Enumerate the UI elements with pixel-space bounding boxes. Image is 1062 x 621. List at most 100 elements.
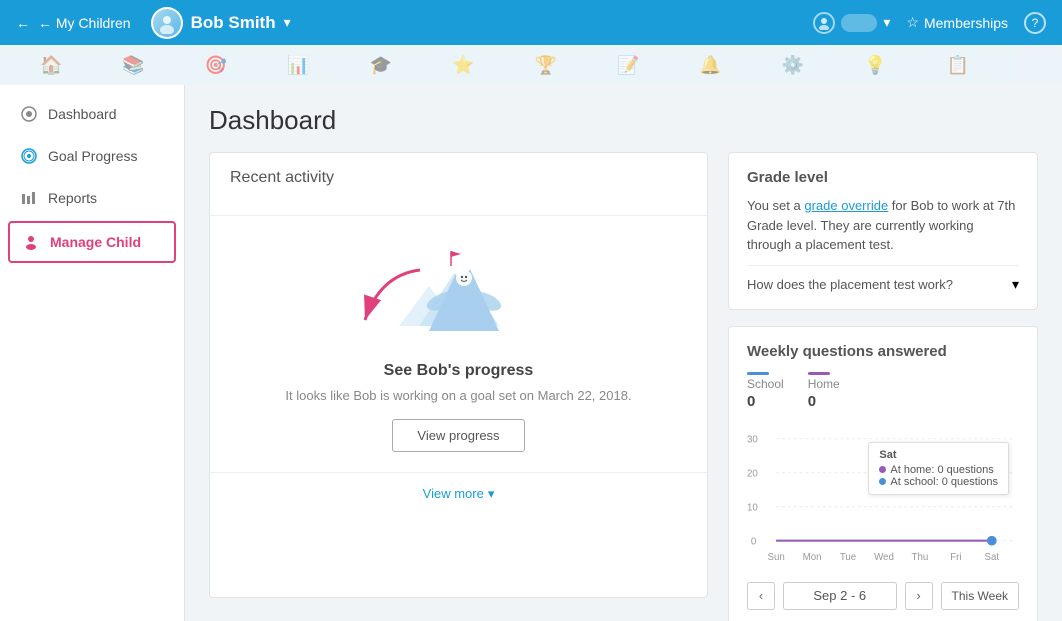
sidebar-label-dashboard: Dashboard [48, 106, 117, 122]
strip-icon-8: 📝 [617, 55, 639, 76]
help-button[interactable]: ? [1024, 12, 1046, 34]
weekly-title: Weekly questions answered [747, 343, 1019, 360]
chevron-down-icon: ▾ [488, 486, 495, 502]
sidebar-label-manage-child: Manage Child [50, 234, 141, 250]
toggle-switch[interactable] [841, 14, 877, 32]
home-label: Home [808, 377, 840, 391]
grade-title: Grade level [747, 169, 1019, 186]
svg-text:Fri: Fri [950, 552, 961, 563]
icon-strip: 🏠 📚 🎯 📊 🎓 ⭐ 🏆 📝 🔔 ⚙️ 💡 📋 [0, 45, 1062, 85]
header: ← ← My Children Bob Smith ▾ ▾ [0, 0, 1062, 45]
placement-accordion[interactable]: How does the placement test work? ▾ [747, 265, 1019, 293]
goal-progress-icon [20, 147, 38, 165]
strip-icon-2: 📚 [122, 55, 144, 76]
back-arrow-icon: ← [16, 15, 30, 31]
home-value: 0 [808, 393, 816, 410]
svg-text:Sun: Sun [768, 552, 785, 563]
svg-text:10: 10 [747, 502, 758, 513]
svg-text:20: 20 [747, 468, 758, 479]
svg-text:Tue: Tue [840, 552, 856, 563]
school-label: School [747, 377, 784, 391]
dashboard-icon [20, 105, 38, 123]
strip-icon-1: 🏠 [40, 55, 62, 76]
school-legend-bar [747, 372, 769, 375]
star-icon: ☆ [906, 14, 919, 31]
view-more-label: View more [423, 486, 484, 501]
strip-icon-6: ⭐ [452, 55, 474, 76]
grade-text: You set a grade override for Bob to work… [747, 196, 1019, 255]
recent-activity-title: Recent activity [230, 169, 687, 187]
sidebar-item-reports[interactable]: Reports [0, 177, 184, 219]
svg-text:Thu: Thu [912, 552, 929, 563]
activity-content: See Bob's progress It looks like Bob is … [210, 216, 707, 472]
recent-activity-card: Recent activity [209, 152, 708, 598]
tooltip-home-dot [879, 466, 886, 473]
tooltip-title: Sat [879, 449, 998, 461]
chart-nav: ‹ Sep 2 - 6 › This Week [747, 582, 1019, 610]
grade-override-link[interactable]: grade override [804, 198, 888, 213]
account-icon [813, 12, 835, 34]
page-title: Dashboard [209, 105, 1038, 136]
child-name: Bob Smith [191, 13, 276, 33]
placement-question: How does the placement test work? [747, 277, 953, 292]
svg-text:30: 30 [747, 434, 758, 445]
strip-icon-10: ⚙️ [782, 55, 804, 76]
this-week-button[interactable]: This Week [941, 582, 1019, 610]
view-more-link[interactable]: View more ▾ [423, 486, 495, 502]
question-mark-icon: ? [1032, 16, 1039, 30]
school-legend: School 0 [747, 372, 784, 410]
back-nav[interactable]: ← ← My Children [16, 15, 131, 31]
date-range: Sep 2 - 6 [783, 582, 897, 610]
tooltip-school-row: At school: 0 questions [879, 476, 998, 488]
tooltip-home-label: At home: 0 questions [890, 464, 993, 476]
sidebar-label-reports: Reports [48, 190, 97, 206]
side-cards: Grade level You set a grade override for… [728, 152, 1038, 598]
account-section[interactable]: ▾ [813, 12, 890, 34]
avatar [151, 7, 183, 39]
next-week-button[interactable]: › [905, 582, 933, 610]
sidebar-item-goal-progress[interactable]: Goal Progress [0, 135, 184, 177]
recent-activity-header: Recent activity [210, 153, 707, 216]
grade-text-before: You set a [747, 198, 804, 213]
svg-text:Mon: Mon [803, 552, 822, 563]
header-right: ▾ ☆ Memberships ? [813, 12, 1046, 34]
sidebar-item-dashboard[interactable]: Dashboard [0, 93, 184, 135]
grade-level-card: Grade level You set a grade override for… [728, 152, 1038, 310]
reports-icon [20, 189, 38, 207]
activity-title: See Bob's progress [384, 362, 534, 380]
strip-icon-3: 🎯 [205, 55, 227, 76]
main-content: Dashboard Recent activity [185, 85, 1062, 621]
my-children-label: ← My Children [38, 15, 131, 31]
manage-child-icon [22, 233, 40, 251]
strip-icon-12: 📋 [947, 55, 969, 76]
prev-week-button[interactable]: ‹ [747, 582, 775, 610]
svg-text:Sat: Sat [985, 552, 1000, 563]
dropdown-icon: ▾ [284, 14, 291, 31]
content-row: Recent activity [209, 152, 1038, 598]
strip-icon-7: 🏆 [535, 55, 557, 76]
svg-text:Wed: Wed [874, 552, 894, 563]
tooltip-home-row: At home: 0 questions [879, 464, 998, 476]
accordion-chevron-icon: ▾ [1012, 276, 1019, 293]
layout: Dashboard Goal Progress Reports Manage C… [0, 85, 1062, 621]
weekly-legend: School 0 Home 0 [747, 372, 1019, 410]
weekly-questions-card: Weekly questions answered School 0 Home … [728, 326, 1038, 621]
strip-icon-11: 💡 [864, 55, 886, 76]
strip-icon-9: 🔔 [699, 55, 721, 76]
activity-subtitle: It looks like Bob is working on a goal s… [285, 388, 631, 403]
chart-container: 30 20 10 0 Sun Mon Tue Wed Thu Fri Sat [747, 422, 1019, 572]
sidebar-label-goal-progress: Goal Progress [48, 148, 137, 164]
strip-icon-5: 🎓 [370, 55, 392, 76]
memberships-button[interactable]: ☆ Memberships [906, 14, 1008, 31]
home-legend: Home 0 [808, 372, 840, 410]
child-selector[interactable]: Bob Smith ▾ [151, 7, 291, 39]
svg-text:0: 0 [751, 536, 757, 547]
school-value: 0 [747, 393, 755, 410]
view-progress-button[interactable]: View progress [392, 419, 524, 452]
tooltip-school-dot [879, 478, 886, 485]
chevron-down-icon: ▾ [883, 14, 890, 31]
memberships-label: Memberships [924, 15, 1008, 31]
mountain-illustration [399, 236, 519, 346]
chart-tooltip: Sat At home: 0 questions At school: 0 qu… [868, 442, 1009, 495]
sidebar-item-manage-child[interactable]: Manage Child [8, 221, 176, 263]
